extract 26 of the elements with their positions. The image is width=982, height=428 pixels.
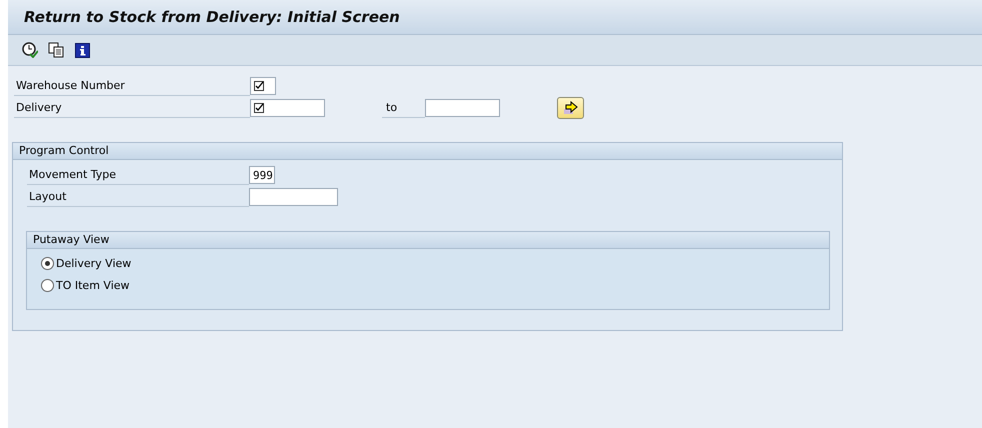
multiple-selection-button[interactable] (557, 97, 584, 119)
input-field[interactable]: 999 (249, 166, 275, 184)
copy-pages-icon (48, 42, 64, 58)
input-field[interactable] (250, 77, 276, 95)
field-label: Delivery (14, 98, 250, 118)
radio-button[interactable] (41, 278, 54, 292)
field-label: Layout (27, 187, 249, 207)
info-button[interactable] (72, 40, 92, 60)
field-label: Warehouse Number (14, 76, 250, 96)
input-field[interactable] (249, 188, 338, 206)
group-title: Program Control (13, 143, 842, 160)
group-title: Putaway View (27, 232, 829, 249)
input-field[interactable] (425, 99, 500, 117)
input-field[interactable] (250, 99, 325, 117)
window-title: Return to Stock from Delivery: Initial Screen (24, 8, 400, 26)
required-icon (254, 103, 264, 113)
required-icon (254, 81, 264, 91)
radio-option[interactable]: Delivery View (41, 253, 829, 273)
field-label: Movement Type (27, 165, 249, 185)
radio-button[interactable] (41, 256, 54, 270)
clock-check-icon (22, 42, 38, 58)
execute-button[interactable] (20, 40, 40, 60)
info-icon (74, 42, 90, 58)
radio-option[interactable]: TO Item View (41, 275, 829, 295)
arrow-icon (562, 101, 578, 115)
variants-button[interactable] (46, 40, 66, 60)
